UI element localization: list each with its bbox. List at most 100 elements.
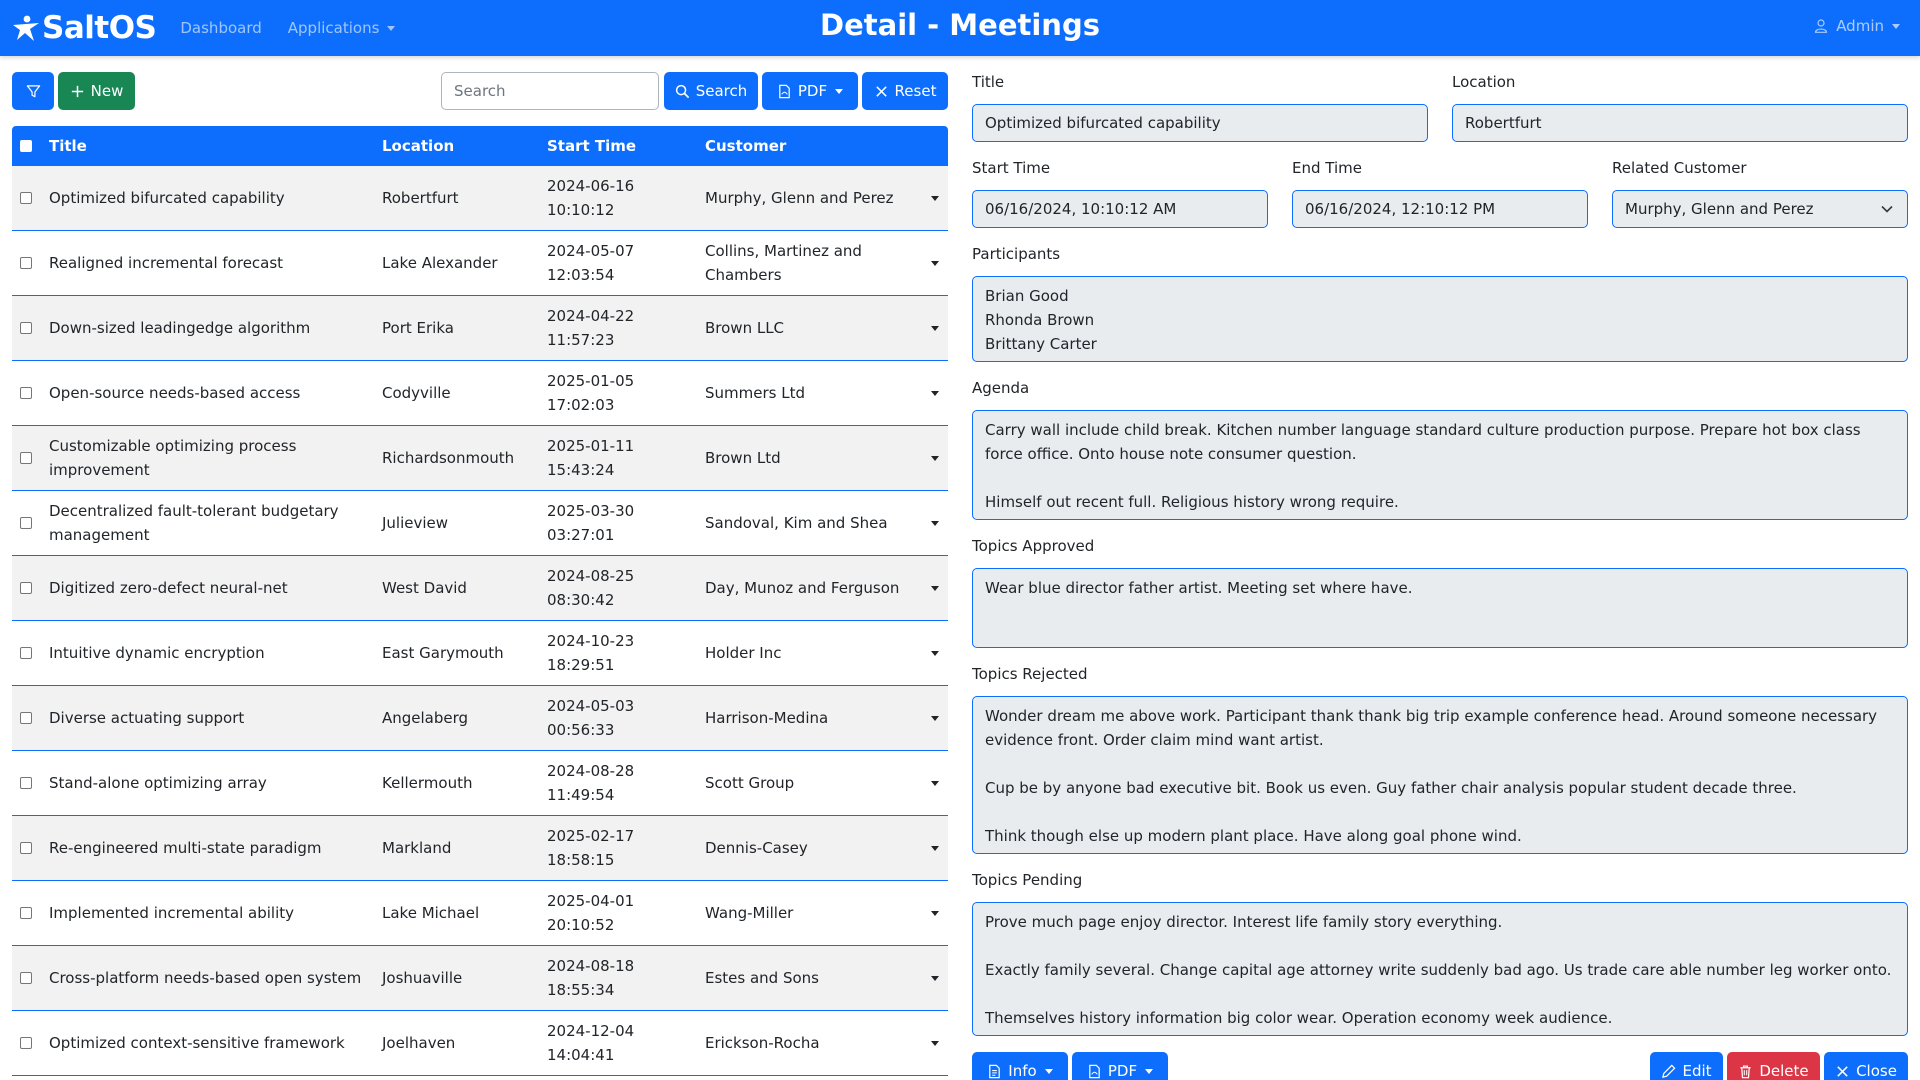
chevron-down-icon (1881, 205, 1893, 213)
row-checkbox[interactable] (20, 907, 32, 919)
row-checkbox[interactable] (20, 712, 32, 724)
edit-button[interactable]: Edit (1650, 1052, 1723, 1080)
cell-start-date: 2025-01-11 (547, 437, 635, 455)
topics-approved-field[interactable]: Wear blue director father artist. Meetin… (972, 568, 1908, 648)
close-button[interactable]: Close (1824, 1052, 1908, 1080)
row-actions-dropdown[interactable] (921, 390, 948, 396)
row-checkbox[interactable] (20, 452, 32, 464)
brand-logo[interactable]: SaltOS (12, 10, 157, 46)
info-dropdown-button[interactable]: Info (972, 1052, 1068, 1080)
search-button[interactable]: Search (664, 72, 758, 110)
filter-button[interactable] (12, 72, 54, 110)
caret-down-icon (930, 1040, 939, 1046)
row-actions-dropdown[interactable] (921, 1040, 948, 1046)
agenda-field[interactable]: Carry wall include child break. Kitchen … (972, 410, 1908, 520)
cell-title: Diverse actuating support (49, 709, 245, 727)
row-checkbox[interactable] (20, 257, 32, 269)
table-row[interactable]: Intuitive dynamic encryption East Garymou… (12, 621, 948, 686)
table-row[interactable]: Diverse actuating support Angelaberg 2024-… (12, 686, 948, 751)
cell-start-date: 2024-04-22 (547, 307, 635, 325)
user-menu[interactable]: Admin (1814, 17, 1900, 35)
row-actions-dropdown[interactable] (921, 845, 948, 851)
cell-location: Joshuaville (382, 969, 463, 987)
row-checkbox[interactable] (20, 842, 32, 854)
table-row[interactable]: Customizable optimizing process improvem… (12, 426, 948, 491)
row-checkbox[interactable] (20, 777, 32, 789)
caret-down-icon (387, 25, 396, 31)
col-header-customer[interactable]: Customer (705, 134, 921, 158)
caret-down-icon (930, 650, 939, 656)
location-field[interactable]: Robertfurt (1452, 104, 1908, 142)
row-actions-dropdown[interactable] (921, 780, 948, 786)
row-actions-dropdown[interactable] (921, 715, 948, 721)
cell-customer: Harrison-Medina (705, 709, 829, 727)
start-time-field[interactable]: 06/16/2024, 10:10:12 AM (972, 190, 1268, 228)
cell-start-clock: 14:04:41 (547, 1046, 615, 1064)
user-name: Admin (1836, 17, 1884, 35)
cell-start-time: 2025-04-01 20:10:52 (547, 889, 705, 937)
row-actions-dropdown[interactable] (921, 585, 948, 591)
related-customer-select[interactable]: Murphy, Glenn and Perez (1612, 190, 1908, 228)
table-row[interactable]: Optimized context-sensitive framework Joe… (12, 1011, 948, 1076)
col-header-title[interactable]: Title (49, 134, 382, 158)
end-time-label: End Time (1292, 159, 1362, 177)
filter-icon (26, 84, 40, 97)
topics-pending-field[interactable]: Prove much page enjoy director. Interest… (972, 902, 1908, 1036)
table-row[interactable]: Open-source needs-based access Codyville 2… (12, 361, 948, 426)
participants-field[interactable]: Brian Good Rhonda Brown Brittany Carter (972, 276, 1908, 362)
close-icon (875, 85, 887, 97)
brand-name: SaltOS (42, 10, 157, 46)
table-row[interactable]: Digitized zero-defect neural-net West Dav… (12, 556, 948, 621)
nav-applications-dropdown[interactable]: Applications (288, 19, 396, 37)
meetings-table: Title Location Start Time Customer Optim… (12, 126, 948, 1076)
row-actions-dropdown[interactable] (921, 195, 948, 201)
row-checkbox[interactable] (20, 1037, 32, 1049)
title-field[interactable]: Optimized bifurcated capability (972, 104, 1428, 142)
search-input[interactable] (441, 72, 659, 110)
table-row[interactable]: Stand-alone optimizing array Kellermouth 2… (12, 751, 948, 816)
delete-button[interactable]: Delete (1727, 1052, 1820, 1080)
row-actions-dropdown[interactable] (921, 520, 948, 526)
table-row[interactable]: Decentralized fault-tolerant budgetary m… (12, 491, 948, 556)
cell-customer: Brown LLC (705, 319, 785, 337)
nav-dashboard[interactable]: Dashboard (180, 19, 261, 37)
related-customer-label: Related Customer (1612, 159, 1747, 177)
row-actions-dropdown[interactable] (921, 910, 948, 916)
select-all-checkbox[interactable] (20, 140, 32, 152)
row-checkbox[interactable] (20, 972, 32, 984)
close-icon (1837, 1065, 1848, 1077)
row-checkbox[interactable] (20, 322, 32, 334)
cell-location: Robertfurt (382, 189, 459, 207)
row-actions-dropdown[interactable] (921, 260, 948, 266)
row-actions-dropdown[interactable] (921, 650, 948, 656)
row-actions-dropdown[interactable] (921, 975, 948, 981)
row-actions-dropdown[interactable] (921, 455, 948, 461)
cell-start-time: 2024-04-22 11:57:23 (547, 304, 705, 352)
row-checkbox[interactable] (20, 647, 32, 659)
cell-start-time: 2025-01-05 17:02:03 (547, 369, 705, 417)
table-row[interactable]: Re-engineered multi-state paradigm Markla… (12, 816, 948, 881)
cell-location: Kellermouth (382, 774, 473, 792)
table-row[interactable]: Down-sized leadingedge algorithm Port Eri… (12, 296, 948, 361)
start-time-label: Start Time (972, 159, 1051, 177)
row-actions-dropdown[interactable] (921, 325, 948, 331)
cell-start-clock: 18:29:51 (547, 656, 615, 674)
col-header-location[interactable]: Location (382, 137, 547, 155)
table-row[interactable]: Implemented incremental ability Lake Mich… (12, 881, 948, 946)
row-checkbox[interactable] (20, 582, 32, 594)
file-pdf-icon (779, 84, 790, 98)
col-header-start-time[interactable]: Start Time (547, 134, 705, 158)
row-checkbox[interactable] (20, 517, 32, 529)
new-button[interactable]: New (58, 72, 135, 110)
pdf-dropdown-button[interactable]: PDF (762, 72, 858, 110)
end-time-field[interactable]: 06/16/2024, 12:10:12 PM (1292, 190, 1588, 228)
topics-rejected-field[interactable]: Wonder dream me above work. Participant … (972, 696, 1908, 854)
row-checkbox[interactable] (20, 192, 32, 204)
detail-pdf-dropdown-button[interactable]: PDF (1072, 1052, 1168, 1080)
table-row[interactable]: Realigned incremental forecast Lake Alexa… (12, 231, 948, 296)
table-row[interactable]: Cross-platform needs-based open system Jo… (12, 946, 948, 1011)
table-row[interactable]: Optimized bifurcated capability Robertfur… (12, 166, 948, 231)
row-checkbox[interactable] (20, 387, 32, 399)
cell-customer: Summers Ltd (705, 384, 805, 402)
reset-button[interactable]: Reset (862, 72, 948, 110)
